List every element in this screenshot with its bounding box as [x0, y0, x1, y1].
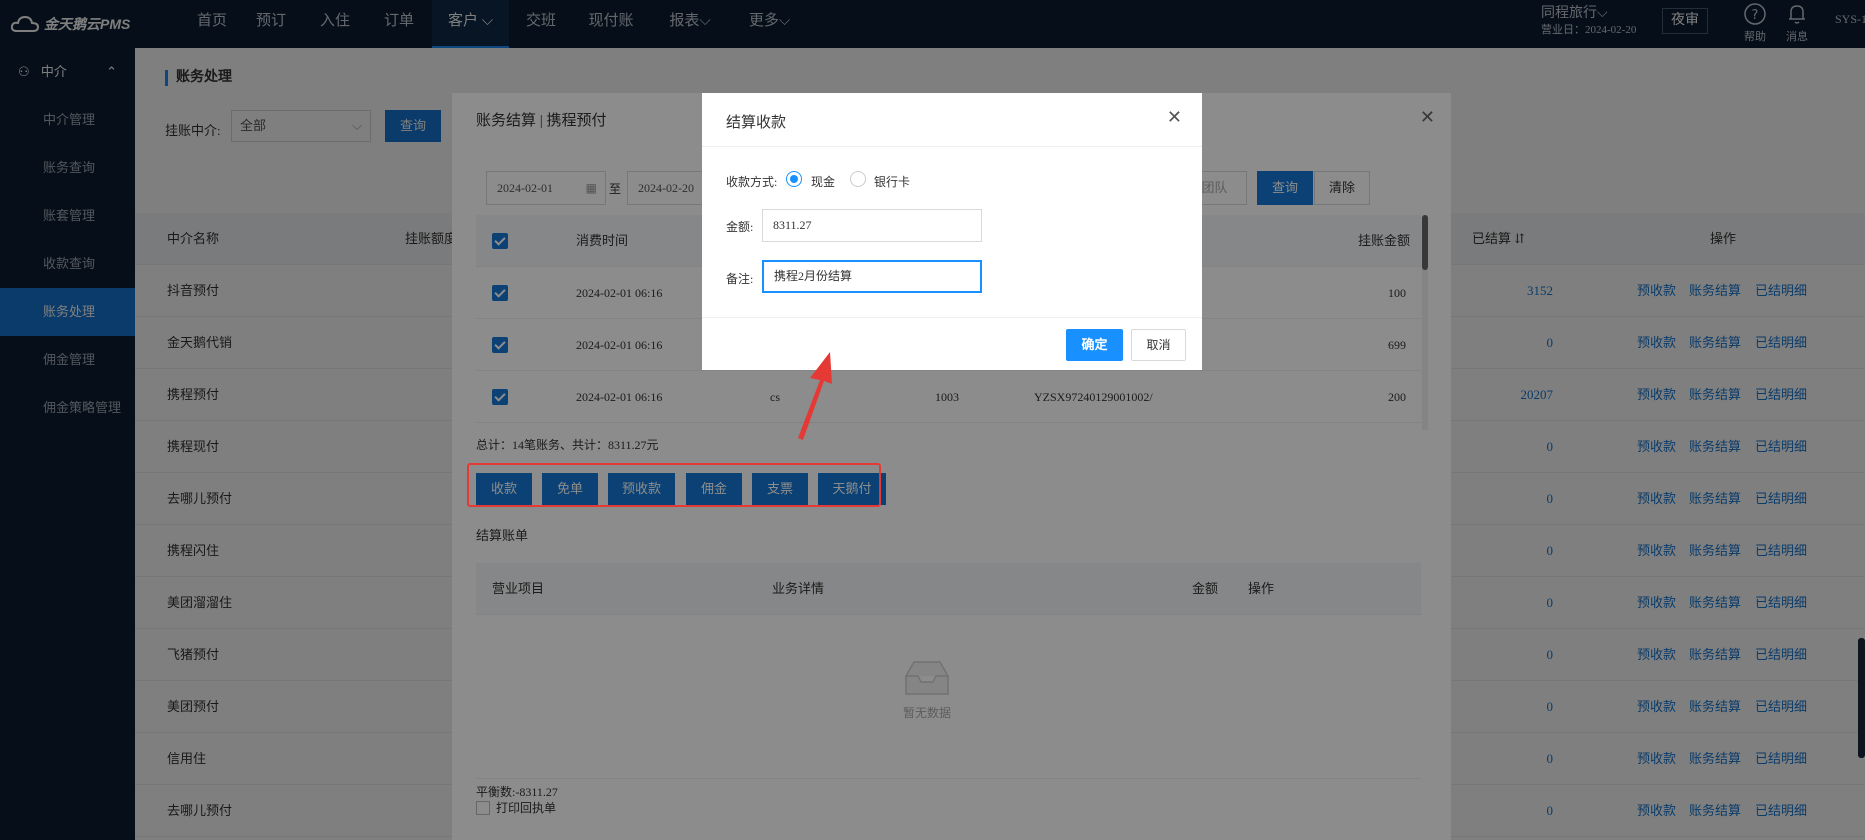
- radio-bank-card[interactable]: [850, 171, 866, 187]
- highlight-box: [467, 463, 881, 507]
- amount-input[interactable]: 8311.27: [762, 209, 982, 242]
- cancel-button[interactable]: 取消: [1131, 329, 1186, 361]
- radio-cash-label[interactable]: 现金: [811, 173, 835, 190]
- close-icon[interactable]: ✕: [1167, 107, 1182, 128]
- divider: [702, 146, 1202, 147]
- amount-label: 金额:: [726, 220, 754, 234]
- payment-modal-title: 结算收款: [726, 115, 787, 131]
- divider: [702, 317, 1202, 318]
- pay-method-label: 收款方式:: [726, 175, 778, 189]
- confirm-button[interactable]: 确定: [1066, 329, 1123, 361]
- radio-bank-card-label[interactable]: 银行卡: [874, 173, 910, 190]
- note-label: 备注:: [726, 272, 754, 286]
- note-input[interactable]: 携程2月份结算: [762, 260, 982, 293]
- arrow-annotation: [798, 352, 832, 440]
- radio-cash[interactable]: [786, 171, 802, 187]
- payment-modal: 结算收款 ✕ 收款方式: 现金 银行卡 金额: 8311.27 备注: 携程2月…: [702, 93, 1202, 370]
